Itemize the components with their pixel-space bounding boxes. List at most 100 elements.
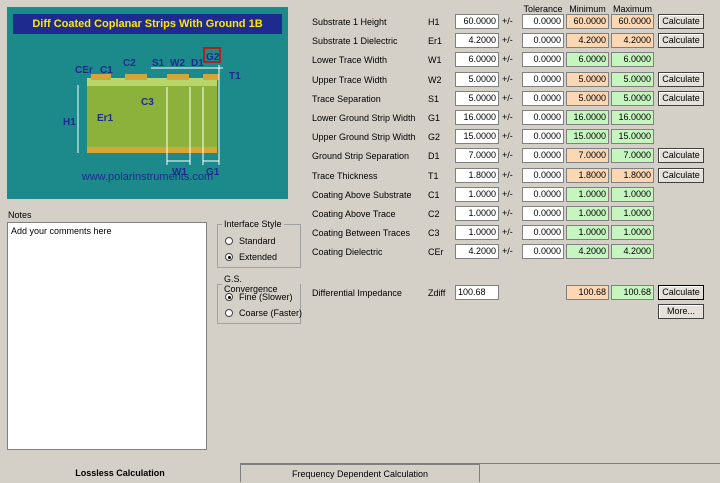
label-d1: D1 [191, 58, 204, 69]
calculate-button[interactable]: Calculate [658, 72, 704, 87]
maximum-value: 5.0000 [611, 91, 654, 106]
trace-left [125, 74, 147, 80]
tab-lossless[interactable]: Lossless Calculation [0, 464, 240, 482]
tolerance-input[interactable]: 0.0000 [522, 33, 564, 48]
minimum-value: 7.0000 [566, 148, 609, 163]
label-er1: Er1 [97, 113, 114, 124]
minimum-value: 60.0000 [566, 14, 609, 29]
minimum-value: 4.2000 [566, 33, 609, 48]
plusminus-label: +/- [502, 208, 513, 218]
maximum-value: 60.0000 [611, 14, 654, 29]
tolerance-input[interactable]: 0.0000 [522, 148, 564, 163]
parameter-value-input[interactable]: 1.8000 [455, 168, 499, 183]
tab-bar: Lossless Calculation Frequency Dependent… [0, 464, 720, 482]
notes-label: Notes [8, 210, 32, 220]
tolerance-input[interactable]: 0.0000 [522, 187, 564, 202]
notes-textarea[interactable]: Add your comments here [7, 222, 207, 450]
impedance-value[interactable]: 100.68 [455, 285, 499, 300]
radio-fine-dot[interactable] [225, 293, 233, 301]
parameter-value-input[interactable]: 5.0000 [455, 91, 499, 106]
more-button[interactable]: More... [658, 304, 704, 319]
impedance-min: 100.68 [566, 285, 609, 300]
ground-strip-right [203, 74, 219, 80]
impedance-name: Differential Impedance [312, 288, 402, 298]
parameter-value-input[interactable]: 1.0000 [455, 187, 499, 202]
header-tolerance: Tolerance [523, 4, 563, 14]
tolerance-input[interactable]: 0.0000 [522, 72, 564, 87]
plusminus-label: +/- [502, 93, 513, 103]
plusminus-label: +/- [502, 170, 513, 180]
radio-coarse-dot[interactable] [225, 309, 233, 317]
parameter-value-input[interactable]: 6.0000 [455, 52, 499, 67]
parameter-symbol: W1 [428, 55, 442, 65]
plusminus-label: +/- [502, 131, 513, 141]
tolerance-input[interactable]: 0.0000 [522, 110, 564, 125]
impedance-symbol: Zdiff [428, 288, 446, 298]
parameter-name: Upper Trace Width [312, 75, 388, 85]
plusminus-label: +/- [502, 35, 513, 45]
minimum-value: 5.0000 [566, 72, 609, 87]
maximum-value: 7.0000 [611, 148, 654, 163]
plusminus-label: +/- [502, 16, 513, 26]
calculate-button[interactable]: Calculate [658, 91, 704, 106]
label-c3: C3 [141, 97, 154, 108]
radio-standard[interactable]: Standard [225, 236, 276, 246]
radio-fine[interactable]: Fine (Slower) [225, 292, 293, 302]
parameter-symbol: C2 [428, 209, 440, 219]
parameter-value-input[interactable]: 7.0000 [455, 148, 499, 163]
parameter-symbol: C1 [428, 190, 440, 200]
radio-coarse[interactable]: Coarse (Faster) [225, 308, 302, 318]
parameter-symbol: S1 [428, 94, 440, 104]
minimum-value: 5.0000 [566, 91, 609, 106]
parameter-name: Substrate 1 Dielectric [312, 36, 398, 46]
parameter-value-input[interactable]: 4.2000 [455, 33, 499, 48]
parameter-name: Lower Ground Strip Width [312, 113, 416, 123]
label-h1: H1 [63, 117, 76, 128]
parameter-symbol: W2 [428, 75, 442, 85]
minimum-value: 16.0000 [566, 110, 609, 125]
plusminus-label: +/- [502, 227, 513, 237]
parameter-symbol: CEr [428, 247, 444, 257]
plusminus-label: +/- [502, 246, 513, 256]
parameter-value-input[interactable]: 1.0000 [455, 225, 499, 240]
parameter-value-input[interactable]: 16.0000 [455, 110, 499, 125]
minimum-value: 1.0000 [566, 206, 609, 221]
parameter-value-input[interactable]: 5.0000 [455, 72, 499, 87]
minimum-value: 1.0000 [566, 225, 609, 240]
calculate-button[interactable]: Calculate [658, 148, 704, 163]
radio-extended[interactable]: Extended [225, 252, 277, 262]
parameter-value-input[interactable]: 1.0000 [455, 206, 499, 221]
tolerance-input[interactable]: 0.0000 [522, 244, 564, 259]
tolerance-input[interactable]: 0.0000 [522, 206, 564, 221]
parameter-symbol: G1 [428, 113, 441, 123]
tolerance-input[interactable]: 0.0000 [522, 168, 564, 183]
tolerance-input[interactable]: 0.0000 [522, 14, 564, 29]
header-minimum: Minimum [569, 4, 606, 14]
parameter-name: Coating Dielectric [312, 247, 383, 257]
parameter-name: Coating Above Trace [312, 209, 396, 219]
parameter-value-input[interactable]: 15.0000 [455, 129, 499, 144]
parameter-symbol: T1 [428, 171, 439, 181]
header-maximum: Maximum [612, 4, 652, 14]
tolerance-input[interactable]: 0.0000 [522, 52, 564, 67]
tolerance-input[interactable]: 0.0000 [522, 129, 564, 144]
radio-extended-dot[interactable] [225, 253, 233, 261]
tab-frequency[interactable]: Frequency Dependent Calculation [240, 464, 480, 482]
maximum-value: 1.8000 [611, 168, 654, 183]
radio-standard-dot[interactable] [225, 237, 233, 245]
impedance-calculate-button[interactable]: Calculate [658, 285, 704, 300]
parameter-value-input[interactable]: 60.0000 [455, 14, 499, 29]
minimum-value: 15.0000 [566, 129, 609, 144]
calculate-button[interactable]: Calculate [658, 14, 704, 29]
plusminus-label: +/- [502, 189, 513, 199]
parameter-value-input[interactable]: 4.2000 [455, 244, 499, 259]
tolerance-input[interactable]: 0.0000 [522, 225, 564, 240]
maximum-value: 5.0000 [611, 72, 654, 87]
parameter-symbol: C3 [428, 228, 440, 238]
tolerance-input[interactable]: 0.0000 [522, 91, 564, 106]
parameter-symbol: H1 [428, 17, 440, 27]
calculate-button[interactable]: Calculate [658, 168, 704, 183]
label-w2: W2 [170, 58, 185, 69]
calculate-button[interactable]: Calculate [658, 33, 704, 48]
radio-coarse-label: Coarse (Faster) [239, 308, 303, 318]
